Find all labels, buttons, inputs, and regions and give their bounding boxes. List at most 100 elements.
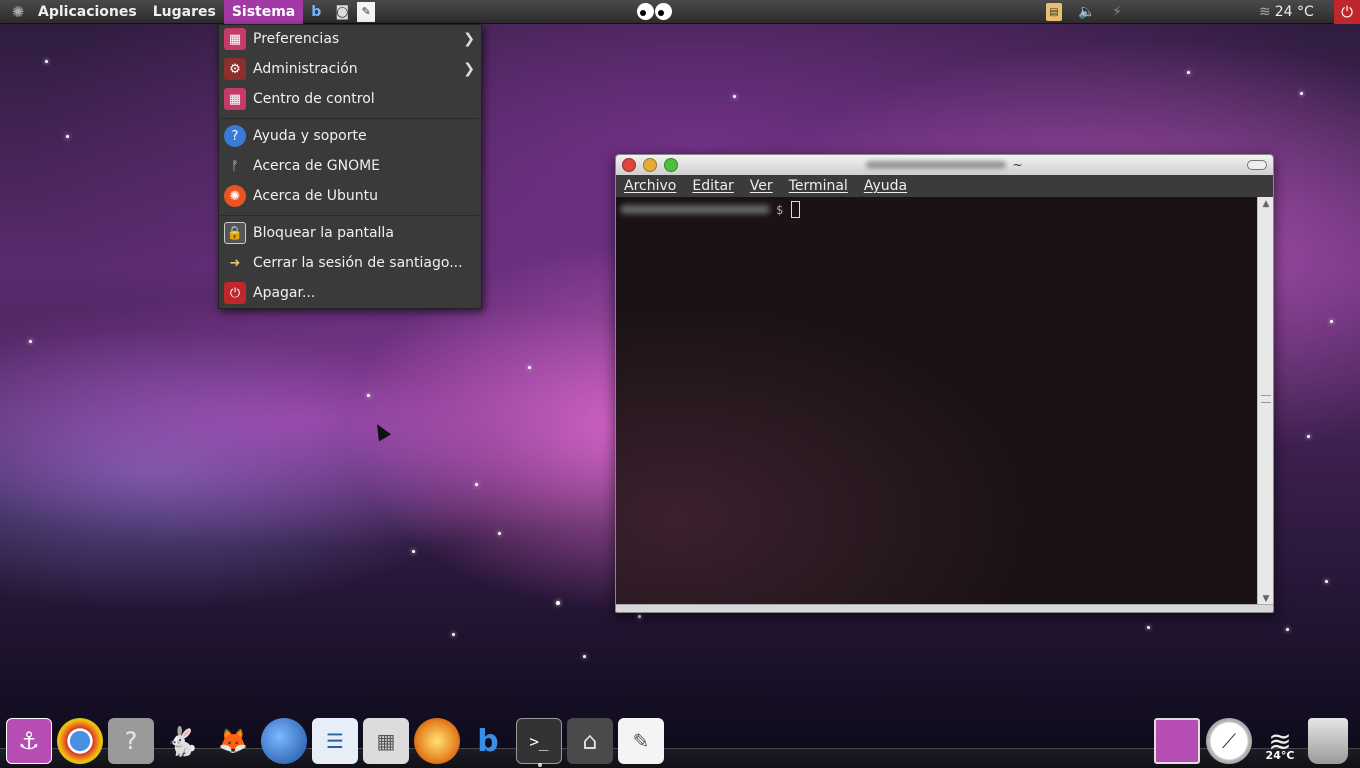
terminal-menu-archivo[interactable]: Archivo: [616, 178, 684, 194]
help-question-icon[interactable]: ?: [108, 718, 154, 764]
menu-item-label: Apagar...: [253, 285, 316, 301]
weather-icon[interactable]: ≋ 24°C: [1257, 718, 1303, 764]
camera-icon[interactable]: ◙: [331, 1, 353, 23]
notepad-icon[interactable]: ✎: [618, 718, 664, 764]
control-center-icon: ▦: [224, 88, 246, 110]
text-editor-icon[interactable]: ✎: [357, 1, 376, 22]
eyes-applet: [637, 3, 672, 20]
menu-item-label: Preferencias: [253, 31, 340, 47]
menu-lugares[interactable]: Lugares: [145, 0, 224, 24]
home-folder-icon[interactable]: ⌂: [567, 718, 613, 764]
menu-item-ayuda[interactable]: ? Ayuda y soporte: [219, 122, 481, 150]
close-icon[interactable]: [622, 158, 636, 172]
star: [1300, 92, 1303, 95]
star: [1330, 320, 1333, 323]
top-panel: ✺ Aplicaciones Lugares Sistema b ◙ ✎ ▤ 🔈…: [0, 0, 1360, 24]
star: [45, 60, 48, 63]
network-icon[interactable]: ⚡: [1106, 1, 1128, 23]
star: [638, 615, 641, 618]
calculator-icon[interactable]: ▦: [363, 718, 409, 764]
terminal-menu-editar[interactable]: Editar: [684, 178, 741, 194]
star: [733, 95, 736, 98]
text-document-icon[interactable]: ☰: [312, 718, 358, 764]
star: [29, 340, 32, 343]
running-indicator: [538, 763, 542, 767]
scroll-up-icon[interactable]: ▲: [1258, 197, 1273, 211]
blogger-icon[interactable]: b: [305, 1, 327, 23]
terminal-title: ~: [1012, 158, 1023, 172]
star: [452, 633, 455, 636]
lock-screen-icon: 🔒: [224, 222, 246, 244]
menu-item-bloquear[interactable]: 🔒 Bloquear la pantalla: [219, 219, 481, 247]
chevron-right-icon: ❯: [463, 31, 475, 47]
system-tray: ▤ 🔈 ⚡: [1044, 0, 1130, 24]
menu-item-label: Acerca de GNOME: [253, 158, 381, 174]
maximize-icon[interactable]: [664, 158, 678, 172]
gimp-icon[interactable]: 🦊: [210, 718, 256, 764]
star: [1187, 71, 1190, 74]
eye-left-icon: [637, 3, 654, 20]
logout-icon: ➜: [229, 255, 241, 271]
power-icon[interactable]: ⏻: [1334, 0, 1360, 24]
terminal-body[interactable]: $: [616, 197, 1257, 606]
system-menu: ▦ Preferencias ❯ ⚙ Administración ❯ ▦ Ce…: [218, 24, 482, 309]
star: [1325, 580, 1328, 583]
terminal-icon[interactable]: >_: [516, 718, 562, 767]
gnome-foot-icon: ᚠ: [231, 158, 239, 174]
weather-applet[interactable]: ≋ 24 °C: [1259, 0, 1314, 24]
menu-aplicaciones[interactable]: Aplicaciones: [30, 0, 145, 24]
star: [528, 366, 531, 369]
wave-icon: ≋: [1259, 4, 1271, 20]
star: [1307, 435, 1310, 438]
menu-item-acerca-gnome[interactable]: ᚠ Acerca de GNOME: [219, 152, 481, 180]
google-earth-icon[interactable]: [261, 718, 307, 764]
ubuntu-icon: ✺: [224, 185, 246, 207]
toolbar-toggle-button[interactable]: [1247, 160, 1267, 170]
clipboard-icon[interactable]: ▤: [1046, 3, 1062, 21]
terminal-titlebar[interactable]: ~: [616, 155, 1273, 175]
scroll-grip[interactable]: [1261, 395, 1271, 403]
terminal-menu-ver[interactable]: Ver: [742, 178, 781, 194]
workspace-icon[interactable]: [1154, 718, 1200, 764]
volume-icon[interactable]: 🔈: [1076, 1, 1098, 23]
gnome-mascot-icon[interactable]: 🐇: [159, 718, 205, 764]
clock-icon[interactable]: ⟋: [1206, 718, 1252, 764]
star: [1286, 628, 1289, 631]
minimize-icon[interactable]: [643, 158, 657, 172]
prompt-symbol: $: [776, 202, 784, 217]
menu-item-administracion[interactable]: ⚙ Administración ❯: [219, 55, 481, 83]
star: [556, 601, 560, 605]
dock-weather-temperature: 24°C: [1265, 749, 1295, 762]
trash-icon[interactable]: [1308, 718, 1348, 764]
menu-item-centro-de-control[interactable]: ▦ Centro de control: [219, 85, 481, 113]
menu-separator: [221, 215, 479, 216]
menu-item-label: Administración: [253, 61, 358, 77]
terminal-window: ~ Archivo Editar Ver Terminal Ayuda $ ▲ …: [615, 154, 1274, 613]
redacted-title: [866, 161, 1007, 169]
ubuntu-logo-icon[interactable]: ✺: [6, 0, 30, 24]
redacted-prompt: [620, 205, 770, 214]
menu-item-preferencias[interactable]: ▦ Preferencias ❯: [219, 25, 481, 53]
menu-item-acerca-ubuntu[interactable]: ✺ Acerca de Ubuntu: [219, 182, 481, 210]
menu-item-label: Ayuda y soporte: [253, 128, 367, 144]
menu-item-label: Cerrar la sesión de santiago...: [253, 255, 463, 271]
terminal-menu-terminal[interactable]: Terminal: [781, 178, 856, 194]
shutdown-icon: ⏻: [224, 282, 246, 304]
anchor-icon[interactable]: ⚓: [6, 718, 52, 764]
chevron-right-icon: ❯: [463, 61, 475, 77]
chrome-icon[interactable]: [57, 718, 103, 764]
blogger-icon[interactable]: b: [465, 718, 511, 764]
mouse-pointer-icon: [370, 420, 392, 442]
menu-item-apagar[interactable]: ⏻ Apagar...: [219, 279, 481, 307]
menu-item-cerrar-sesion[interactable]: ➜ Cerrar la sesión de santiago...: [219, 249, 481, 277]
menu-separator: [221, 118, 479, 119]
burner-icon[interactable]: [414, 718, 460, 764]
terminal-menu-ayuda[interactable]: Ayuda: [856, 178, 915, 194]
menu-sistema[interactable]: Sistema: [223, 0, 304, 24]
menu-item-label: Bloquear la pantalla: [253, 225, 394, 241]
prompt-line: $: [620, 201, 801, 218]
star: [66, 135, 69, 138]
star: [412, 550, 415, 553]
text-cursor: [791, 201, 801, 218]
terminal-scrollbar[interactable]: ▲ ▼: [1257, 197, 1273, 606]
